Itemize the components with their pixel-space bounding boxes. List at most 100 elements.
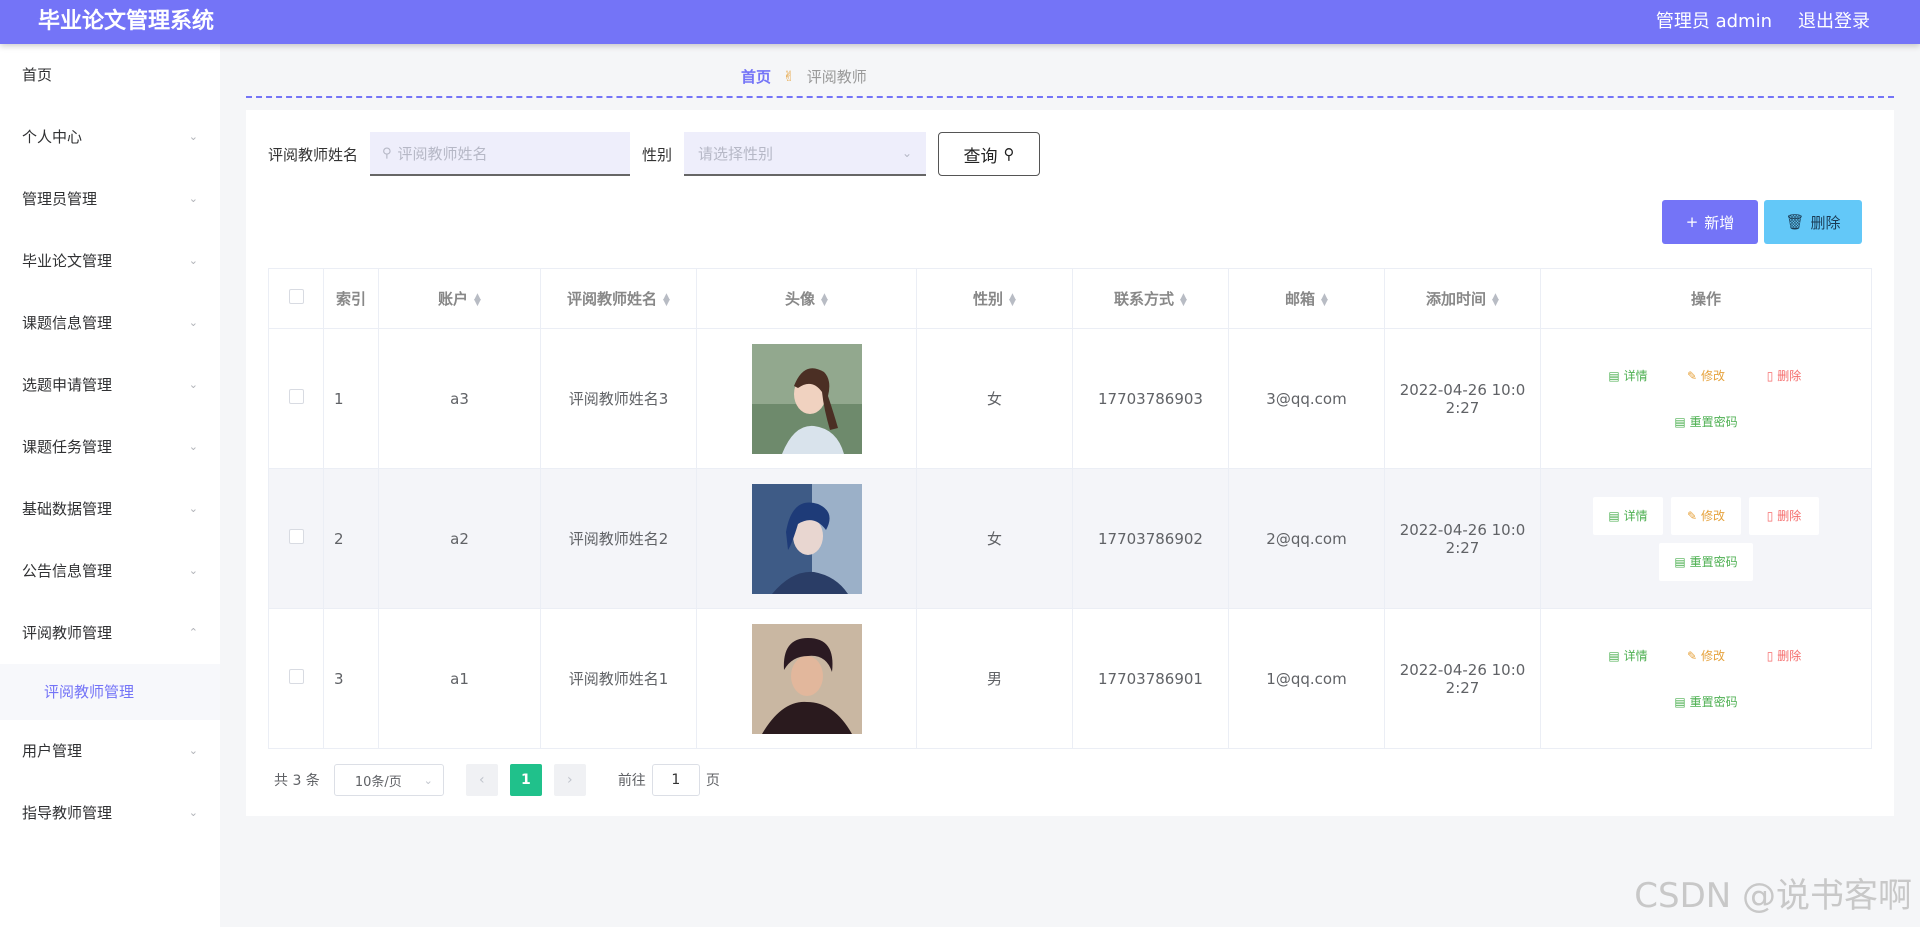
sidebar-item-personal-center[interactable]: 个人中心 ⌄	[0, 106, 220, 168]
row-gender: 男	[916, 608, 1073, 749]
delete-row-button[interactable]: ▯ 删除	[1749, 357, 1819, 395]
query-button[interactable]: 查询 ⚲	[938, 132, 1041, 176]
table-header-row: 索引 账户 ▲ ▼ 评阅教师姓名 ▲ ▼ 头像 ▲ ▼ 性别 ▲ ▼ 联系方式 ▲ ▼ 邮箱 ▲ ▼ 添…	[268, 268, 1872, 329]
col-gender-label: 性别	[973, 290, 1004, 308]
delete-row-button[interactable]: ▯ 删除	[1749, 637, 1819, 675]
sort-icon[interactable]: ▲ ▼	[663, 292, 670, 307]
sidebar-subitem-reviewer-management[interactable]: 评阅教师管理	[0, 664, 220, 720]
edit-button[interactable]: ✎ 修改	[1671, 637, 1741, 675]
sort-icon[interactable]: ▲ ▼	[1492, 292, 1499, 307]
goto-page-input[interactable]: 1	[651, 764, 700, 796]
sidebar-item-label: 评阅教师管理	[22, 624, 113, 642]
edit-button[interactable]: ✎ 修改	[1671, 357, 1741, 395]
chevron-down-icon: ⌄	[188, 564, 198, 577]
row-checkbox[interactable]	[288, 669, 304, 684]
time-line1: 2022-04-26 10:0	[1399, 660, 1526, 679]
breadcrumb-home[interactable]: 首页	[741, 66, 771, 87]
avatar[interactable]	[751, 343, 862, 454]
row-actions: ▤ 详情 ✎ 修改 ▯ 删除 ▤ 重置密码	[1540, 608, 1872, 749]
document-icon: ▤	[1608, 368, 1620, 383]
sidebar-item-advisor-management[interactable]: 指导教师管理 ⌄	[0, 782, 220, 844]
avatar[interactable]	[751, 483, 862, 594]
row-email: 1@qq.com	[1228, 608, 1385, 749]
detail-button[interactable]: ▤ 详情	[1593, 496, 1663, 535]
row-account: a3	[378, 328, 541, 469]
row-phone: 17703786903	[1072, 328, 1229, 469]
detail-label: 详情	[1623, 509, 1648, 523]
col-index-label: 索引	[335, 290, 366, 308]
row-email: 3@qq.com	[1228, 328, 1385, 469]
add-button[interactable]: + 新增	[1662, 200, 1758, 244]
sidebar-item-user-management[interactable]: 用户管理 ⌄	[0, 720, 220, 782]
page-size-value: 10条/页	[354, 774, 402, 790]
row-name: 评阅教师姓名2	[540, 468, 697, 609]
edit-button[interactable]: ✎ 修改	[1671, 496, 1741, 535]
reset-password-button[interactable]: ▤ 重置密码	[1659, 403, 1753, 441]
page-size-select[interactable]: 10条/页 ⌄	[333, 764, 444, 796]
name-search-input[interactable]: ⚲ 评阅教师姓名	[370, 132, 631, 176]
chevron-down-icon: ⌄	[188, 806, 198, 819]
col-added-time[interactable]: 添加时间 ▲ ▼	[1384, 268, 1541, 329]
delete-row-button[interactable]: ▯ 删除	[1749, 496, 1819, 535]
row-name: 评阅教师姓名3	[540, 328, 697, 469]
sidebar-item-label: 毕业论文管理	[22, 252, 113, 270]
sort-icon[interactable]: ▲ ▼	[474, 292, 481, 307]
col-name[interactable]: 评阅教师姓名 ▲ ▼	[540, 268, 697, 329]
chevron-down-icon: ⌄	[188, 192, 198, 205]
chevron-down-icon: ⌄	[188, 130, 198, 143]
col-email[interactable]: 邮箱 ▲ ▼	[1228, 268, 1385, 329]
row-checkbox[interactable]	[288, 529, 304, 544]
gender-select[interactable]: 请选择性别 ⌄	[684, 132, 927, 176]
sidebar-item-admin-management[interactable]: 管理员管理 ⌄	[0, 168, 220, 230]
row-actions: ▤ 详情 ✎ 修改 ▯ 删除 ▤ 重置密码	[1540, 468, 1872, 609]
reset-password-button[interactable]: ▤ 重置密码	[1659, 683, 1753, 721]
page-number-button[interactable]: 1	[509, 764, 542, 796]
row-name: 评阅教师姓名1	[540, 608, 697, 749]
sidebar-item-label: 选题申请管理	[22, 376, 113, 394]
sidebar-item-notice-info[interactable]: 公告信息管理 ⌄	[0, 540, 220, 602]
row-account: a2	[378, 468, 541, 609]
sort-icon[interactable]: ▲ ▼	[1009, 292, 1016, 307]
sort-icon[interactable]: ▲ ▼	[1180, 292, 1187, 307]
row-checkbox[interactable]	[288, 389, 304, 404]
avatar[interactable]	[751, 623, 862, 734]
gender-placeholder: 请选择性别	[698, 144, 774, 163]
chevron-up-icon: ⌃	[188, 626, 198, 639]
sort-icon[interactable]: ▲ ▼	[821, 292, 828, 307]
col-name-label: 评阅教师姓名	[567, 290, 658, 308]
col-avatar[interactable]: 头像 ▲ ▼	[696, 268, 917, 329]
col-phone[interactable]: 联系方式 ▲ ▼	[1072, 268, 1229, 329]
select-all-checkbox[interactable]	[288, 289, 304, 304]
row-index: 1	[323, 328, 379, 469]
watermark: CSDN @说书客啊	[1634, 876, 1912, 916]
col-account[interactable]: 账户 ▲ ▼	[378, 268, 541, 329]
reset-password-button[interactable]: ▤ 重置密码	[1659, 542, 1753, 581]
sidebar-item-home[interactable]: 首页	[0, 44, 220, 106]
row-phone: 17703786901	[1072, 608, 1229, 749]
sidebar: 首页 个人中心 ⌄ 管理员管理 ⌄ 毕业论文管理 ⌄ 课题信息管理 ⌄ 选题申请管理 ⌄ …	[0, 44, 220, 927]
row-select-cell	[268, 608, 324, 749]
sidebar-item-basic-data[interactable]: 基础数据管理 ⌄	[0, 478, 220, 540]
batch-delete-button[interactable]: 🗑 删除	[1764, 200, 1862, 244]
time-line1: 2022-04-26 10:0	[1399, 380, 1526, 399]
logout-link[interactable]: 退出登录	[1798, 0, 1870, 44]
prev-page-button[interactable]: ‹	[465, 764, 498, 796]
sidebar-item-reviewer-management[interactable]: 评阅教师管理 ⌃	[0, 602, 220, 664]
trash-icon: 🗑	[1785, 213, 1805, 231]
detail-label: 详情	[1623, 649, 1648, 663]
search-icon: ⚲	[1003, 145, 1015, 163]
detail-button[interactable]: ▤ 详情	[1593, 637, 1663, 675]
sidebar-item-thesis-management[interactable]: 毕业论文管理 ⌄	[0, 230, 220, 292]
sidebar-item-topic-info[interactable]: 课题信息管理 ⌄	[0, 292, 220, 354]
row-index: 2	[323, 468, 379, 609]
sidebar-item-topic-application[interactable]: 选题申请管理 ⌄	[0, 354, 220, 416]
row-added-time: 2022-04-26 10:0 2:27	[1384, 328, 1541, 469]
row-actions-group: ▤ 详情 ✎ 修改 ▯ 删除 ▤ 重置密码	[1586, 637, 1826, 721]
gender-label: 性别	[642, 145, 673, 164]
edit-label: 修改	[1701, 649, 1726, 663]
sort-icon[interactable]: ▲ ▼	[1321, 292, 1328, 307]
sidebar-item-topic-task[interactable]: 课题任务管理 ⌄	[0, 416, 220, 478]
col-gender[interactable]: 性别 ▲ ▼	[916, 268, 1073, 329]
next-page-button[interactable]: ›	[553, 764, 586, 796]
detail-button[interactable]: ▤ 详情	[1593, 357, 1663, 395]
